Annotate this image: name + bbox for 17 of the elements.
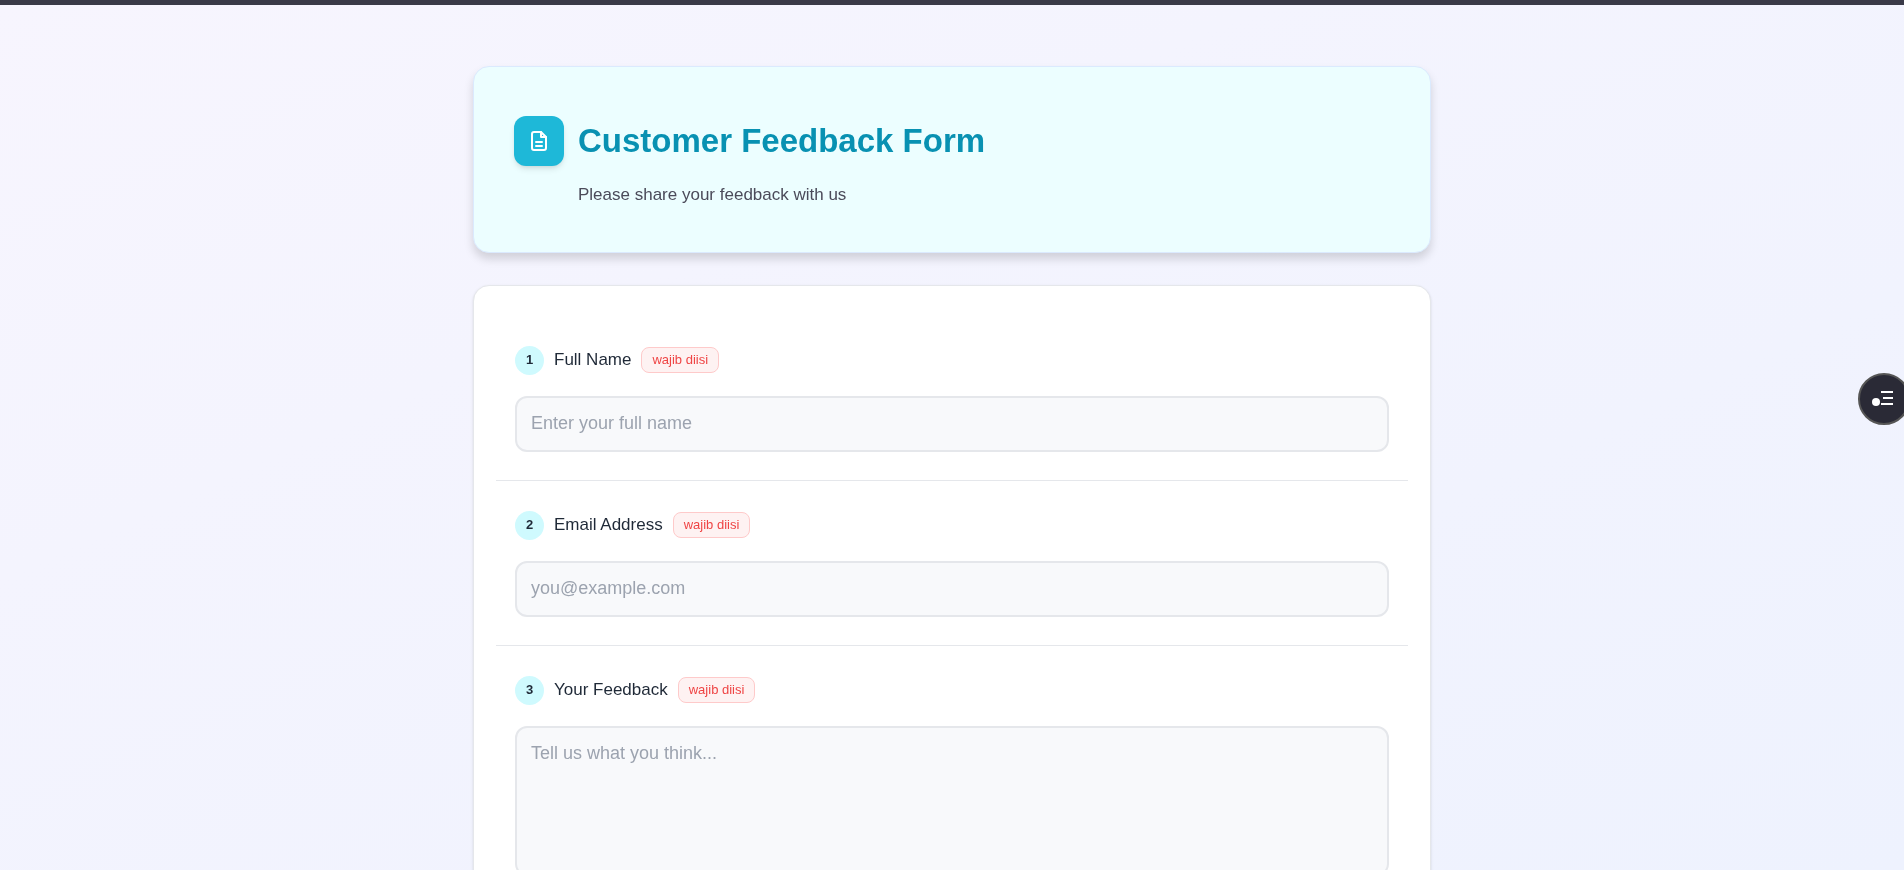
form-title: Customer Feedback Form	[578, 121, 986, 162]
field-label: Email Address	[554, 514, 663, 537]
list-icon	[1871, 390, 1895, 408]
document-icon	[514, 116, 564, 166]
required-badge: wajib diisi	[677, 677, 756, 703]
step-number: 1	[515, 345, 544, 375]
form-subtitle: Please share your feedback with us	[578, 184, 848, 206]
field-label: Full Name	[554, 349, 632, 372]
feedback-textarea[interactable]: Tell us what you think...	[515, 725, 1389, 870]
required-badge: wajib diisi	[641, 347, 720, 373]
list-menu-button[interactable]	[1858, 373, 1904, 425]
step-number: 3	[515, 675, 544, 705]
step-number: 2	[515, 510, 544, 540]
field-label: Your Feedback	[554, 679, 668, 702]
text-input-field[interactable]: Enter your full name	[515, 395, 1389, 452]
required-badge: wajib diisi	[672, 512, 751, 538]
text-input-field[interactable]: you@example.com	[515, 560, 1389, 617]
